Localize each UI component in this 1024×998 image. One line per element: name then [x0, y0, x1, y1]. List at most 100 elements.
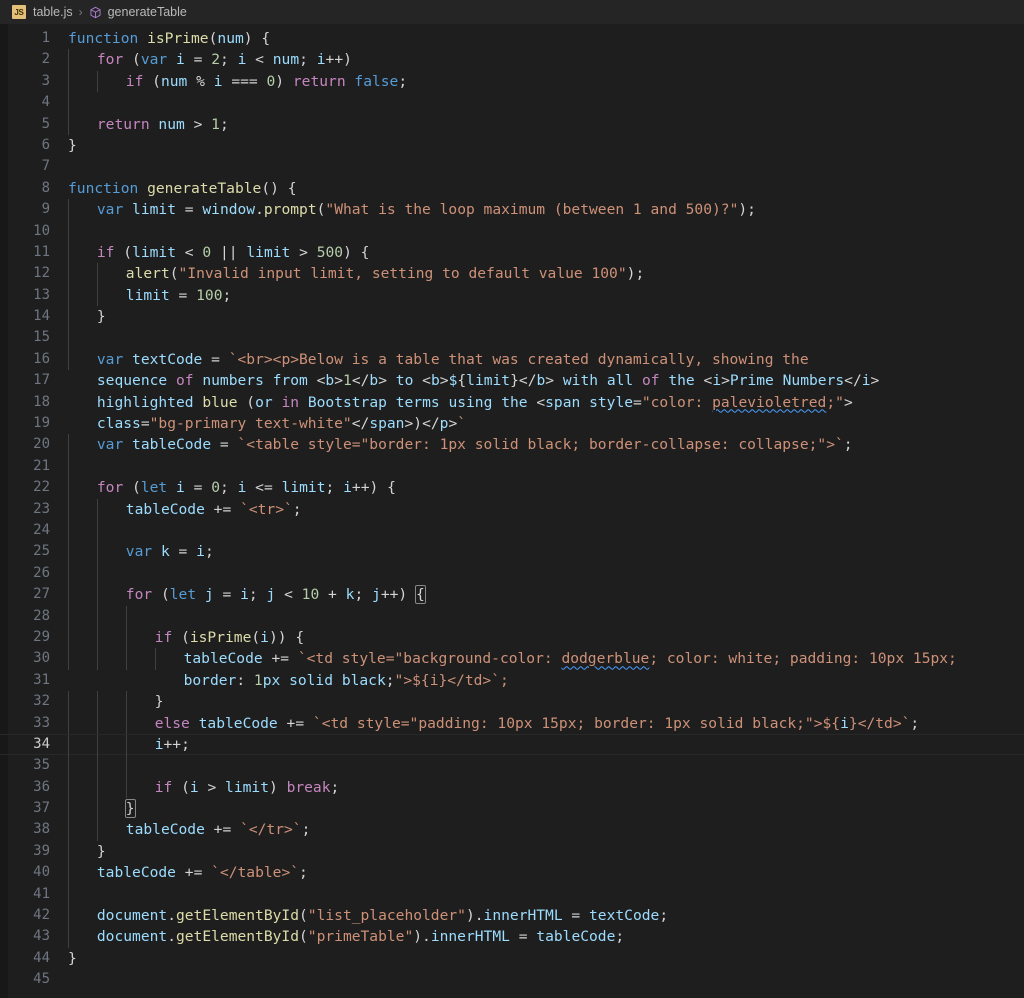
code-line[interactable]: 20 var tableCode = `<table style="border:…: [0, 434, 1024, 456]
code-text: tableCode += `<td style="background-colo…: [183, 650, 957, 668]
code-line[interactable]: 12 alert("Invalid input limit, setting to…: [0, 263, 1024, 285]
code-line[interactable]: 11 if (limit < 0 || limit > 500) {: [0, 241, 1024, 264]
line-number: 1: [41, 30, 50, 46]
code-line[interactable]: 28: [0, 605, 1024, 627]
indent-guide: [68, 327, 69, 349]
line-number: 4: [41, 94, 50, 111]
code-line[interactable]: 41: [0, 883, 1024, 906]
code-line[interactable]: 37}: [0, 798, 1024, 820]
breadcrumb: JS table.js › generateTable: [0, 0, 1024, 24]
code-line[interactable]: 26: [0, 562, 1024, 585]
line-number: 44: [33, 949, 50, 966]
code-line[interactable]: 14}: [0, 306, 1024, 328]
code-line[interactable]: 30 tableCode += `<td style="background-co…: [0, 648, 1024, 670]
indent-guide: [68, 49, 69, 71]
code-line[interactable]: 6}: [0, 135, 1024, 156]
code-line[interactable]: 1 function isPrime(num) {: [0, 28, 1024, 49]
code-text: tableCode += `</tr>`;: [125, 821, 311, 839]
code-text: if (num % i === 0) return false;: [125, 72, 408, 90]
code-line[interactable]: 2 for (var i = 2; i < num; i++): [0, 49, 1024, 71]
code-line[interactable]: 19 class="bg-primary text-white"</span>)<…: [0, 413, 1024, 434]
code-text: else tableCode += `<td style="padding: 1…: [154, 714, 920, 732]
indent-guide: [68, 241, 69, 264]
code-line[interactable]: 17 sequence of numbers from <b>1</b> to <…: [0, 370, 1024, 391]
line-number: 14: [33, 308, 50, 325]
code-editor[interactable]: 1 function isPrime(num) {2 for (var i = 2;…: [0, 24, 1024, 998]
code-line[interactable]: 22 for (let i = 0; i <= limit; i++) {: [0, 477, 1024, 499]
indent-guide: [96, 70, 98, 93]
code-text: alert("Invalid input limit, setting to d…: [125, 265, 645, 283]
line-number: 9: [41, 201, 50, 218]
code-text: }: [154, 693, 164, 711]
indent-guide: [125, 734, 127, 757]
line-number: 22: [33, 479, 50, 496]
code-text: var tableCode = `<table style="border: 1…: [96, 436, 853, 454]
indent-guide: [68, 477, 69, 499]
indent-guide: [68, 113, 69, 135]
indent-guide: [68, 92, 69, 114]
code-line[interactable]: 29 if (isPrime(i)) {: [0, 626, 1024, 649]
line-number: 40: [33, 864, 50, 881]
code-text: }: [96, 308, 106, 326]
indent-guide: [96, 776, 98, 799]
breadcrumb-symbol-name: generateTable: [107, 5, 187, 19]
code-line[interactable]: 16 var textCode = `<br><p>Below is a tabl…: [0, 348, 1024, 371]
code-line[interactable]: 7: [0, 156, 1024, 177]
code-line[interactable]: 23 tableCode += `<tr>`;: [0, 498, 1024, 520]
code-line[interactable]: 15: [0, 327, 1024, 349]
code-text: for (var i = 2; i < num; i++): [96, 51, 352, 69]
code-line[interactable]: 44}: [0, 948, 1024, 969]
indent-guide: [68, 776, 69, 799]
indent-guide: [68, 455, 69, 478]
indent-guide: [154, 648, 156, 670]
breadcrumb-item-file[interactable]: JS table.js: [12, 5, 73, 19]
code-line[interactable]: 34 i++;: [0, 733, 1024, 757]
indent-guide: [125, 712, 127, 734]
indent-guide: [68, 819, 69, 841]
code-line[interactable]: 38 tableCode += `</tr>`;: [0, 819, 1024, 841]
code-text: if (isPrime(i)) {: [154, 628, 305, 646]
indent-guide: [68, 905, 69, 927]
code-line[interactable]: 27 for (let j = i; j < 10 + k; j++) {: [0, 584, 1024, 606]
indent-guide: [96, 519, 98, 542]
line-number: 29: [33, 628, 50, 645]
code-line[interactable]: 39}: [0, 840, 1024, 863]
code-line[interactable]: 31 border: 1px solid black;">${i}</td>`;: [0, 670, 1024, 691]
indent-guide: [125, 691, 127, 713]
code-line[interactable]: 9 var limit = window.prompt("What is the …: [0, 199, 1024, 221]
indent-guide: [125, 605, 127, 627]
indent-guide: [68, 263, 69, 285]
code-line[interactable]: 36 if (i > limit) break;: [0, 776, 1024, 799]
breadcrumb-item-symbol[interactable]: generateTable: [89, 5, 187, 19]
line-number: 11: [33, 243, 50, 260]
line-number: 5: [41, 115, 50, 132]
line-number: 25: [33, 543, 50, 560]
code-text: class="bg-primary text-white"</span>)</p…: [96, 415, 467, 433]
code-line[interactable]: 45: [0, 969, 1024, 990]
code-line[interactable]: 43 document.getElementById("primeTable").…: [0, 926, 1024, 948]
code-line[interactable]: 25 var k = i;: [0, 541, 1024, 563]
line-number: 24: [33, 521, 50, 538]
indent-guide: [68, 626, 69, 649]
code-line[interactable]: 5 return num > 1;: [0, 113, 1024, 135]
code-line[interactable]: 13 limit = 100;: [0, 284, 1024, 307]
indent-guide: [68, 755, 69, 777]
code-line[interactable]: 33 else tableCode += `<td style="padding:…: [0, 712, 1024, 734]
code-line[interactable]: 8 function generateTable() {: [0, 178, 1024, 199]
code-text: document.getElementById("primeTable").in…: [96, 928, 625, 946]
line-number: 31: [33, 671, 50, 688]
code-line[interactable]: 35: [0, 755, 1024, 777]
line-number: 16: [33, 350, 50, 367]
code-line[interactable]: 32}: [0, 691, 1024, 713]
code-line[interactable]: 42 document.getElementById("list_placehol…: [0, 905, 1024, 927]
code-line[interactable]: 40 tableCode += `</table>`;: [0, 862, 1024, 884]
code-text: var k = i;: [125, 543, 214, 561]
code-line[interactable]: 4: [0, 92, 1024, 114]
indent-guide: [96, 648, 98, 670]
code-line[interactable]: 3 if (num % i === 0) return false;: [0, 70, 1024, 93]
code-line[interactable]: 10: [0, 220, 1024, 242]
code-text: }: [68, 136, 77, 154]
code-line[interactable]: 21: [0, 455, 1024, 478]
code-line[interactable]: 18 highlighted blue (or in Bootstrap term…: [0, 392, 1024, 413]
code-line[interactable]: 24: [0, 519, 1024, 542]
